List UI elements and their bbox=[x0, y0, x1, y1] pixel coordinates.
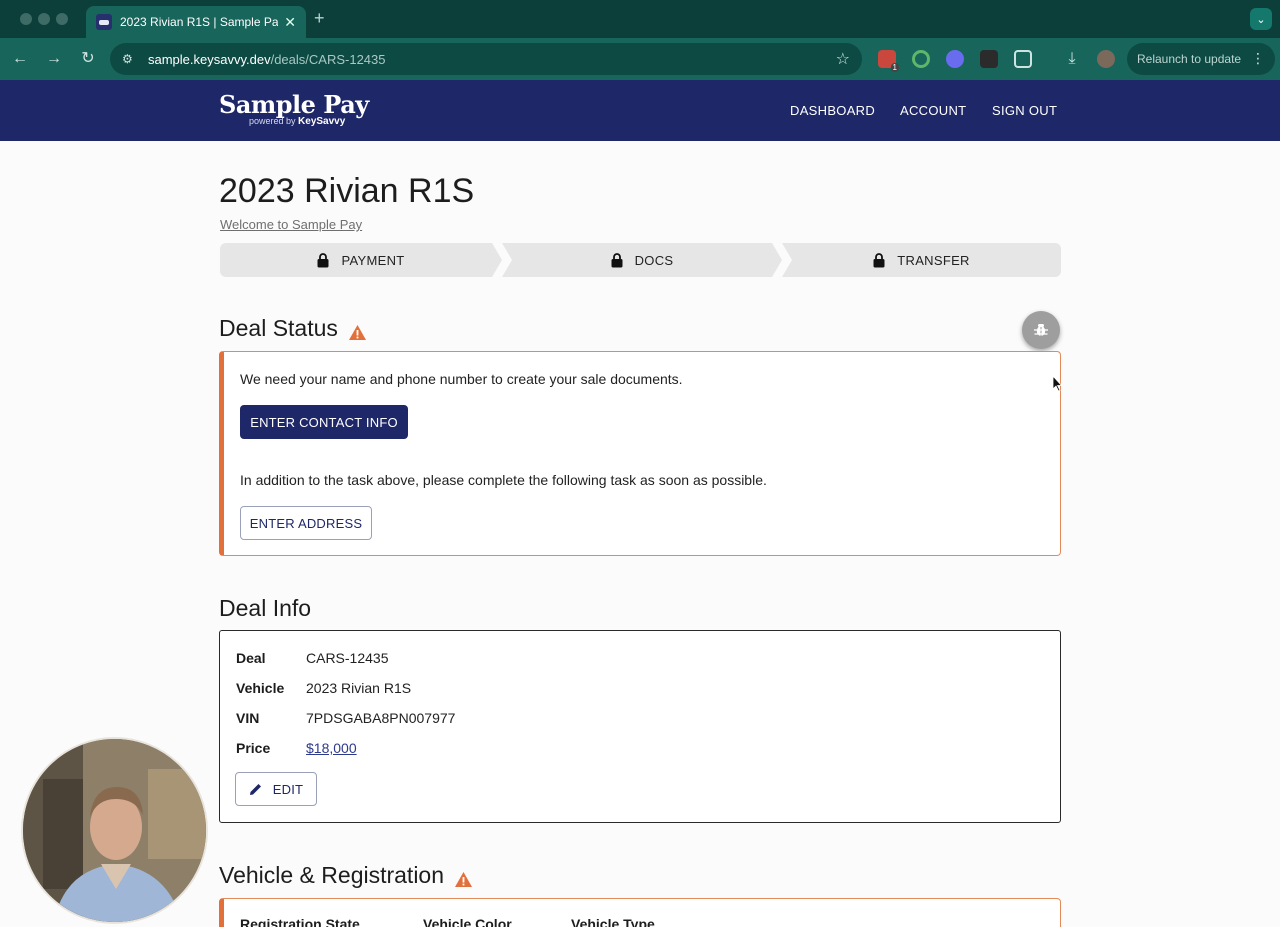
mouse-cursor-icon bbox=[1053, 376, 1063, 392]
more-menu-icon[interactable]: ⋮ bbox=[1251, 50, 1265, 67]
lock-icon bbox=[611, 252, 623, 268]
info-row-vin: VIN 7PDSGABA8PN007977 bbox=[236, 710, 455, 726]
url-host: sample.keysavvy.dev bbox=[148, 51, 271, 67]
logo-brand: KeySavvy bbox=[298, 116, 346, 127]
browser-tab-bar: 2023 Rivian R1S | Sample Pay ✕ + ⌄ bbox=[0, 0, 1280, 38]
back-icon[interactable]: ← bbox=[10, 49, 30, 69]
price-link[interactable]: $18,000 bbox=[306, 740, 357, 756]
extension-chat-icon[interactable] bbox=[946, 50, 964, 68]
profile-avatar-icon[interactable] bbox=[1097, 50, 1115, 68]
lock-icon bbox=[317, 252, 329, 268]
bug-icon bbox=[1034, 324, 1048, 336]
info-label: Price bbox=[236, 740, 271, 756]
extension-badge: 1 bbox=[890, 63, 899, 72]
browser-tab-active[interactable]: 2023 Rivian R1S | Sample Pay ✕ bbox=[86, 6, 306, 38]
site-header: Sample Pay powered by KeySavvy DASHBOARD… bbox=[0, 80, 1280, 141]
edit-label: EDIT bbox=[272, 781, 304, 797]
download-icon[interactable]: ⤓ bbox=[1062, 49, 1082, 69]
window-close-button[interactable] bbox=[20, 13, 32, 25]
step-transfer-label: TRANSFER bbox=[897, 252, 970, 268]
pencil-icon bbox=[249, 782, 263, 796]
vehicle-color-label: Vehicle Color bbox=[423, 916, 512, 927]
step-docs: DOCS bbox=[502, 243, 782, 277]
relaunch-label: Relaunch to update bbox=[1137, 52, 1242, 66]
deal-info-panel: Deal CARS-12435 Vehicle 2023 Rivian R1S VI… bbox=[219, 630, 1061, 823]
car-favicon-icon bbox=[96, 14, 112, 30]
deal-status-panel: We need your name and phone number to cr… bbox=[219, 351, 1061, 556]
forward-icon[interactable]: → bbox=[44, 49, 64, 69]
status-message-additional: In addition to the task above, please co… bbox=[240, 472, 767, 488]
window-minimize-button[interactable] bbox=[38, 13, 50, 25]
webcam-overlay bbox=[21, 737, 208, 924]
sample-pay-logo[interactable]: Sample Pay powered by KeySavvy bbox=[219, 90, 369, 127]
deal-status-heading-text: Deal Status bbox=[219, 315, 338, 341]
logo-wordmark: Sample Pay bbox=[219, 90, 369, 119]
logo-powered-by: powered by bbox=[249, 116, 296, 126]
bug-report-button[interactable] bbox=[1022, 311, 1060, 349]
info-label: Deal bbox=[236, 650, 266, 666]
info-row-deal: Deal CARS-12435 bbox=[236, 650, 389, 666]
step-payment: PAYMENT bbox=[220, 243, 502, 277]
tab-title: 2023 Rivian R1S | Sample Pay bbox=[120, 15, 279, 29]
url-path: /deals/CARS-12435 bbox=[270, 51, 386, 67]
address-bar[interactable]: ⚙ sample.keysavvy.dev/deals/CARS-12435 ☆ bbox=[110, 43, 862, 75]
page-title: 2023 Rivian R1S bbox=[219, 172, 475, 210]
tab-search-icon[interactable]: ⌄ bbox=[1250, 8, 1272, 30]
presenter-video-image bbox=[23, 739, 206, 922]
edit-deal-button[interactable]: EDIT bbox=[235, 772, 317, 806]
info-value: 2023 Rivian R1S bbox=[306, 680, 412, 696]
status-message-contact: We need your name and phone number to cr… bbox=[240, 371, 683, 387]
new-tab-icon[interactable]: + bbox=[314, 8, 325, 29]
bookmark-star-icon[interactable]: ☆ bbox=[836, 49, 850, 69]
reload-icon[interactable]: ↻ bbox=[78, 49, 98, 69]
lock-icon bbox=[873, 252, 885, 268]
nav-sign-out[interactable]: SIGN OUT bbox=[992, 103, 1057, 118]
deal-info-heading-text: Deal Info bbox=[219, 595, 312, 621]
nav-dashboard[interactable]: DASHBOARD bbox=[790, 103, 875, 118]
vehicle-registration-heading-text: Vehicle & Registration bbox=[219, 862, 445, 888]
info-label: VIN bbox=[236, 710, 260, 726]
relaunch-button[interactable]: Relaunch to update ⋮ bbox=[1127, 43, 1275, 75]
extensions-puzzle-icon[interactable] bbox=[1014, 50, 1032, 68]
step-docs-label: DOCS bbox=[634, 252, 674, 268]
site-settings-icon[interactable]: ⚙ bbox=[122, 52, 136, 66]
info-label: Vehicle bbox=[236, 680, 285, 696]
info-value: CARS-12435 bbox=[306, 650, 389, 666]
close-tab-icon[interactable]: ✕ bbox=[284, 14, 296, 31]
info-row-price: Price $18,000 bbox=[236, 740, 357, 756]
deal-info-heading: Deal Info bbox=[219, 595, 311, 622]
nav-account[interactable]: ACCOUNT bbox=[900, 103, 966, 118]
extension-red-icon[interactable]: 1 bbox=[878, 50, 899, 72]
warning-icon bbox=[348, 320, 367, 340]
vehicle-registration-panel: Registration State Vehicle Color Vehicle… bbox=[219, 898, 1061, 927]
extension-glasses-icon[interactable] bbox=[980, 50, 998, 68]
info-value: 7PDSGABA8PN007977 bbox=[306, 710, 456, 726]
deal-status-heading: Deal Status bbox=[219, 315, 367, 342]
info-row-vehicle: Vehicle 2023 Rivian R1S bbox=[236, 680, 411, 696]
vehicle-registration-heading: Vehicle & Registration bbox=[219, 862, 473, 889]
welcome-link[interactable]: Welcome to Sample Pay bbox=[220, 217, 362, 232]
window-maximize-button[interactable] bbox=[56, 13, 68, 25]
vehicle-type-label: Vehicle Type bbox=[571, 916, 655, 927]
enter-contact-info-button[interactable]: ENTER CONTACT INFO bbox=[240, 405, 408, 439]
browser-toolbar: ← → ↻ ⚙ sample.keysavvy.dev/deals/CARS-1… bbox=[0, 38, 1280, 80]
warning-icon bbox=[454, 867, 473, 887]
step-payment-label: PAYMENT bbox=[341, 252, 405, 268]
registration-state-label: Registration State bbox=[240, 916, 360, 927]
extension-circle-icon[interactable] bbox=[912, 50, 930, 68]
enter-address-button[interactable]: ENTER ADDRESS bbox=[240, 506, 372, 540]
progress-steps: PAYMENT DOCS TRANSFER bbox=[220, 243, 1061, 277]
step-transfer: TRANSFER bbox=[782, 243, 1061, 277]
